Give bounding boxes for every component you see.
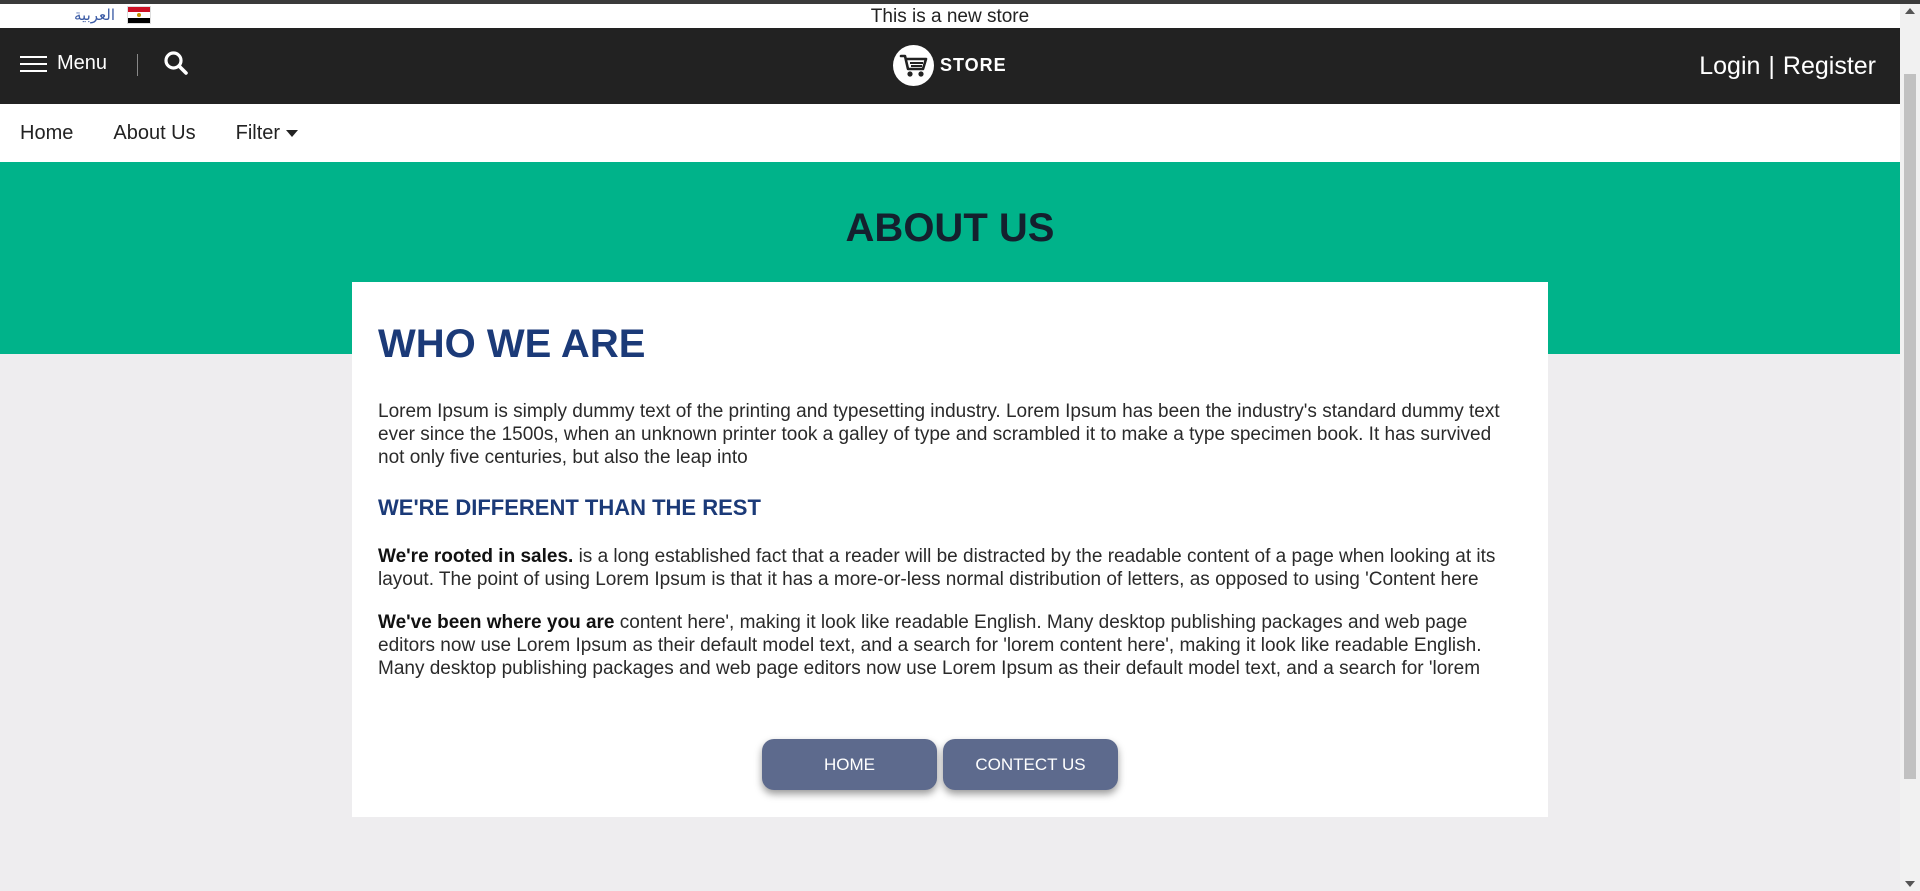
menu-label: Menu bbox=[57, 52, 108, 74]
auth-links: Login | Register bbox=[1699, 52, 1876, 81]
contact-us-button[interactable]: CONTECT US bbox=[943, 739, 1118, 790]
logo-text: STORE bbox=[940, 55, 1007, 75]
language-switcher[interactable]: العربية bbox=[74, 6, 151, 24]
search-icon[interactable] bbox=[163, 50, 189, 76]
egypt-flag-icon[interactable] bbox=[127, 6, 151, 24]
main-nav: Home About Us Filter bbox=[0, 104, 1900, 162]
login-link[interactable]: Login bbox=[1699, 52, 1760, 81]
paragraph-lead: We're rooted in sales. bbox=[378, 546, 574, 567]
nav-item-label: Home bbox=[20, 121, 74, 144]
hamburger-icon bbox=[20, 55, 47, 72]
paragraph-sales: We're rooted in sales. is a long establi… bbox=[378, 545, 1522, 591]
store-logo[interactable]: STORE bbox=[893, 45, 1007, 86]
intro-paragraph: Lorem Ipsum is simply dummy text of the … bbox=[378, 401, 1500, 468]
vertical-scrollbar[interactable] bbox=[1900, 4, 1920, 891]
nav-item-label: About Us bbox=[113, 121, 196, 144]
nav-item-about-us[interactable]: About Us bbox=[113, 122, 195, 145]
action-buttons: HOME CONTECT US bbox=[762, 739, 1118, 790]
scroll-up-arrow-icon[interactable] bbox=[1905, 8, 1915, 14]
auth-separator: | bbox=[1768, 52, 1775, 80]
page-title: ABOUT US bbox=[845, 206, 1055, 250]
section-heading: WHO WE ARE bbox=[378, 322, 646, 366]
language-link[interactable]: العربية bbox=[74, 6, 115, 24]
scroll-thumb[interactable] bbox=[1904, 74, 1916, 779]
nav-item-label: Filter bbox=[235, 121, 281, 144]
cart-icon bbox=[893, 45, 934, 86]
register-link[interactable]: Register bbox=[1783, 52, 1876, 81]
paragraph-experience: We've been where you are content here', … bbox=[378, 611, 1522, 680]
paragraph-lead: We've been where you are bbox=[378, 612, 615, 633]
nav-item-home[interactable]: Home bbox=[20, 122, 73, 145]
content-card: WHO WE ARE Lorem Ipsum is simply dummy t… bbox=[352, 282, 1548, 817]
announcement-text: This is a new store bbox=[870, 6, 1030, 27]
nav-item-filter[interactable]: Filter bbox=[235, 121, 299, 145]
announcement-bar: This is a new store العربية bbox=[0, 4, 1900, 28]
header-divider bbox=[137, 54, 138, 76]
caret-down-icon bbox=[286, 129, 299, 137]
menu-button[interactable]: Menu bbox=[20, 52, 107, 75]
home-button[interactable]: HOME bbox=[762, 739, 937, 790]
section-subheading: WE'RE DIFFERENT THAN THE REST bbox=[378, 495, 761, 520]
scroll-down-arrow-icon[interactable] bbox=[1905, 881, 1915, 887]
site-header: Menu STORE Login | Register bbox=[0, 28, 1900, 104]
